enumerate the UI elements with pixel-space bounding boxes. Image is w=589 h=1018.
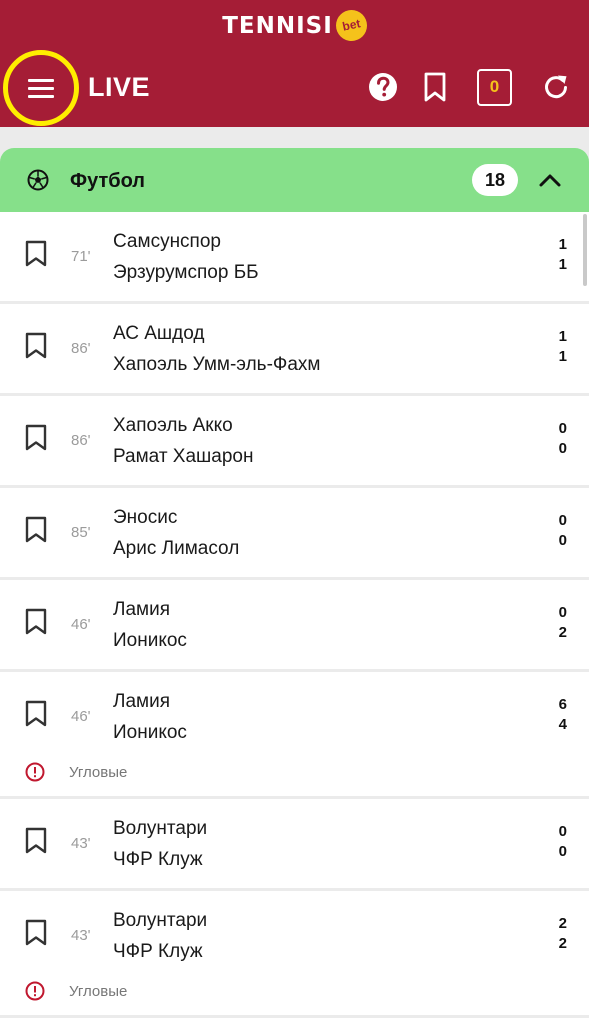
team-away: Хапоэль Умм-эль-Фахм bbox=[113, 354, 321, 375]
bookmark-icon[interactable] bbox=[420, 70, 452, 104]
score-home: 6 bbox=[558, 696, 567, 713]
match-row[interactable]: 46' Ламия Ионикос 6 4 Угловые bbox=[0, 672, 589, 796]
team-home: Ламия bbox=[113, 691, 170, 712]
team-away: ЧФР Клуж bbox=[113, 941, 203, 962]
sport-name: Футбол bbox=[70, 170, 146, 192]
bookmark-icon[interactable] bbox=[24, 332, 48, 365]
market-label: Угловые bbox=[69, 764, 128, 781]
team-away: Ионикос bbox=[113, 722, 187, 743]
match-row[interactable]: 85' Эносис Арис Лимасол 0 0 bbox=[0, 488, 589, 577]
team-away: Ионикос bbox=[113, 630, 187, 651]
match-minute: 46' bbox=[71, 616, 91, 633]
score-home: 1 bbox=[558, 236, 567, 253]
score-away: 4 bbox=[558, 716, 567, 733]
coupon-button[interactable]: 0 bbox=[477, 69, 512, 106]
match-row[interactable]: 86' АС Ашдод Хапоэль Умм-эль-Фахм 1 1 bbox=[0, 304, 589, 393]
refresh-icon[interactable] bbox=[540, 70, 572, 104]
team-home: Ламия bbox=[113, 599, 170, 620]
match-row[interactable]: 43' Волунтари ЧФР Клуж 0 0 bbox=[0, 799, 589, 888]
sport-header-football[interactable]: Футбол 18 bbox=[0, 148, 589, 212]
score-away: 0 bbox=[558, 440, 567, 457]
team-home: АС Ашдод bbox=[113, 323, 205, 344]
match-minute: 46' bbox=[71, 708, 91, 725]
team-home: Волунтари bbox=[113, 910, 208, 931]
score-away: 1 bbox=[558, 348, 567, 365]
team-away: Арис Лимасол bbox=[113, 538, 240, 559]
score-away: 2 bbox=[558, 624, 567, 641]
alert-icon bbox=[25, 762, 45, 787]
sport-count-badge: 18 bbox=[472, 164, 518, 196]
team-away: Рамат Хашарон bbox=[113, 446, 254, 467]
matches-container: 71' Самсунспор Эрзурумспор ББ 1 1 86' АС Ашдод… bbox=[0, 212, 589, 1015]
brand-logo: TENNISI bet bbox=[0, 7, 589, 46]
match-row[interactable]: 46' Ламия Ионикос 0 2 bbox=[0, 580, 589, 669]
score-away: 2 bbox=[558, 935, 567, 952]
match-row[interactable]: 43' Волунтари ЧФР Клуж 2 2 Угловые bbox=[0, 891, 589, 1015]
score-home: 0 bbox=[558, 604, 567, 621]
market-label: Угловые bbox=[69, 983, 128, 1000]
bookmark-icon[interactable] bbox=[24, 608, 48, 641]
soccer-ball-icon bbox=[27, 169, 49, 196]
menu-icon-line bbox=[28, 79, 54, 82]
app-header: TENNISI bet LIVE 0 bbox=[0, 0, 589, 127]
team-away: ЧФР Клуж bbox=[113, 849, 203, 870]
score-away: 0 bbox=[558, 843, 567, 860]
score-home: 0 bbox=[558, 823, 567, 840]
team-home: Эносис bbox=[113, 507, 178, 528]
score-home: 0 bbox=[558, 512, 567, 529]
team-home: Волунтари bbox=[113, 818, 208, 839]
brand-badge: bet bbox=[332, 7, 370, 44]
score-home: 0 bbox=[558, 420, 567, 437]
brand-name: TENNISI bbox=[222, 12, 333, 39]
bookmark-icon[interactable] bbox=[24, 424, 48, 457]
menu-icon-line bbox=[28, 87, 54, 90]
chevron-up-icon[interactable] bbox=[538, 170, 562, 195]
match-minute: 43' bbox=[71, 835, 91, 852]
match-row[interactable]: 86' Хапоэль Акко Рамат Хашарон 0 0 bbox=[0, 396, 589, 485]
menu-button[interactable] bbox=[3, 50, 79, 126]
scrollbar[interactable] bbox=[583, 214, 587, 286]
menu-icon-line bbox=[28, 95, 54, 98]
bookmark-icon[interactable] bbox=[24, 700, 48, 733]
match-row[interactable]: 71' Самсунспор Эрзурумспор ББ 1 1 bbox=[0, 212, 589, 301]
bookmark-icon[interactable] bbox=[24, 240, 48, 273]
match-list: Футбол 18 71' Самсунспор Эрзурумспор ББ 1 1 8… bbox=[0, 148, 589, 1018]
bookmark-icon[interactable] bbox=[24, 827, 48, 860]
score-home: 1 bbox=[558, 328, 567, 345]
alert-icon bbox=[25, 981, 45, 1006]
page-title: LIVE bbox=[88, 72, 151, 102]
match-minute: 86' bbox=[71, 340, 91, 357]
help-icon[interactable] bbox=[368, 70, 400, 104]
team-away: Эрзурумспор ББ bbox=[113, 262, 259, 283]
bookmark-icon[interactable] bbox=[24, 516, 48, 549]
match-minute: 71' bbox=[71, 248, 91, 265]
match-minute: 43' bbox=[71, 927, 91, 944]
score-away: 0 bbox=[558, 532, 567, 549]
bookmark-icon[interactable] bbox=[24, 919, 48, 952]
team-home: Самсунспор bbox=[113, 231, 221, 252]
team-home: Хапоэль Акко bbox=[113, 415, 233, 436]
match-minute: 86' bbox=[71, 432, 91, 449]
score-away: 1 bbox=[558, 256, 567, 273]
match-minute: 85' bbox=[71, 524, 91, 541]
score-home: 2 bbox=[558, 915, 567, 932]
